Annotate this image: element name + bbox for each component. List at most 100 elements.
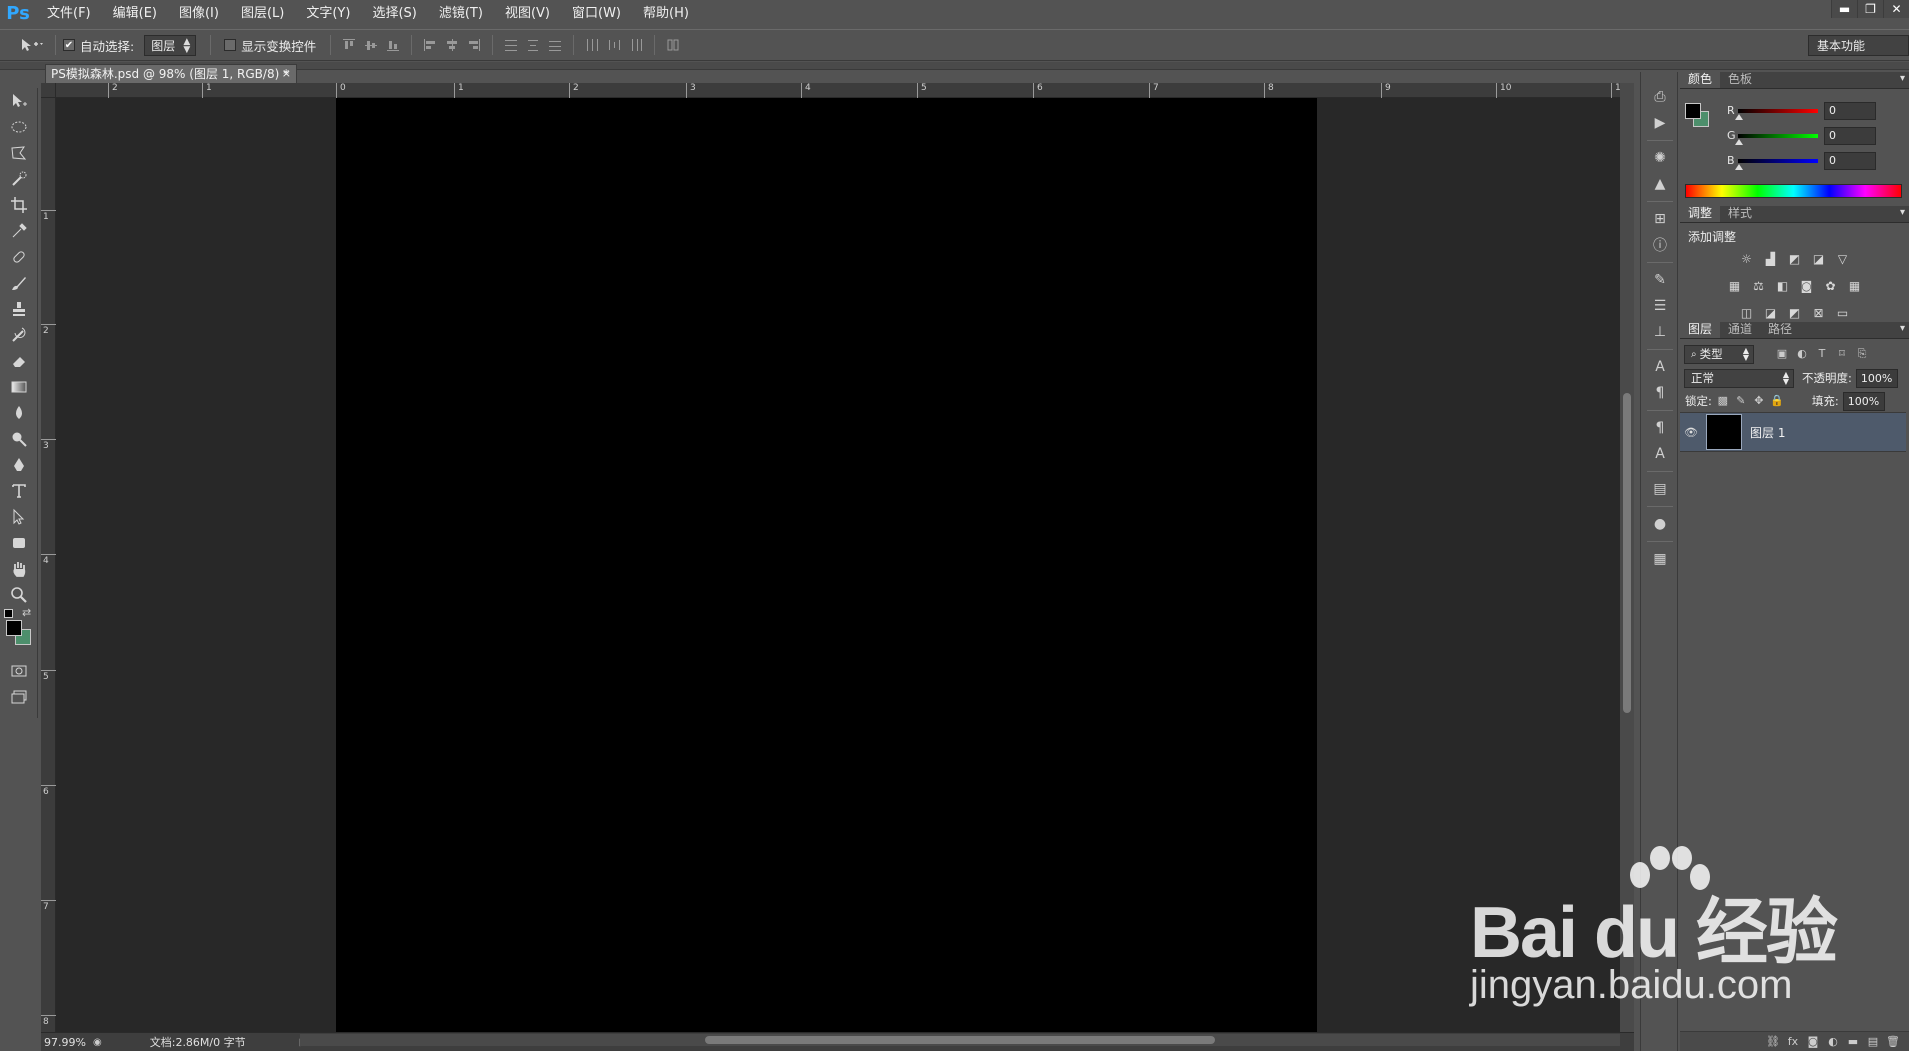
layer-thumbnail[interactable] [1706,414,1742,450]
color-balance-icon[interactable]: ⚖ [1751,279,1767,293]
share-icon[interactable]: ◉ [93,1037,102,1048]
history-panel-icon[interactable]: ⎙ [1641,84,1679,110]
healing-brush-tool-icon[interactable] [0,244,38,270]
lock-position-icon[interactable]: ✥ [1752,394,1766,408]
rectangle-tool-icon[interactable] [0,530,38,556]
type-tool-icon[interactable] [0,478,38,504]
layer-row[interactable]: 👁 图层 1 [1680,412,1906,452]
tab-layers[interactable]: 图层 [1680,321,1721,338]
layer-filter-kind-dropdown[interactable]: ⌕ 类型 ▲ ▼ [1684,344,1754,364]
menu-edit[interactable]: 编辑(E) [102,0,168,27]
tab-channels[interactable]: 通道 [1720,321,1760,338]
distribute-vcenter-icon[interactable] [524,36,542,54]
tab-styles[interactable]: 样式 [1720,205,1760,222]
menu-filter[interactable]: 滤镜(T) [428,0,494,27]
foreground-color-swatch[interactable] [1685,103,1701,119]
brightness-contrast-icon[interactable]: ☼ [1739,252,1755,266]
blur-tool-icon[interactable] [0,400,38,426]
filter-adjustment-icon[interactable]: ◐ [1794,346,1810,362]
color-lookup-icon[interactable]: ▦ [1847,279,1863,293]
new-group-icon[interactable]: ▬ [1843,1035,1863,1048]
menu-image[interactable]: 图像(I) [168,0,230,27]
zoom-tool-icon[interactable] [0,582,38,608]
marquee-tool-icon[interactable] [0,114,38,140]
menu-window[interactable]: 窗口(W) [561,0,632,27]
posterize-icon[interactable]: ◪ [1763,306,1779,320]
align-bottom-icon[interactable] [384,36,402,54]
menu-type[interactable]: 文字(Y) [295,0,361,27]
clone-stamp-tool-icon[interactable] [0,296,38,322]
close-window-button[interactable]: ✕ [1883,0,1909,18]
crop-tool-icon[interactable] [0,192,38,218]
filter-pixel-icon[interactable]: ▣ [1774,346,1790,362]
align-vcenter-icon[interactable] [362,36,380,54]
align-right-icon[interactable] [465,36,483,54]
fill-field[interactable]: 100% [1842,391,1885,411]
tab-paths[interactable]: 路径 [1760,321,1800,338]
link-layers-icon[interactable]: ⛓ [1763,1035,1783,1048]
add-mask-icon[interactable]: ◙ [1803,1035,1823,1048]
canvas-pasteboard[interactable] [56,98,1629,1032]
menu-select[interactable]: 选择(S) [361,0,427,27]
color-spectrum-ramp[interactable] [1685,184,1902,198]
brush-panel-icon[interactable]: ✎ [1641,267,1679,293]
green-slider-thumb[interactable] [1735,139,1743,145]
panel-menu-icon[interactable]: ▾ [1900,207,1905,218]
horizontal-scrollbar[interactable] [300,1034,1620,1046]
dodge-tool-icon[interactable] [0,426,38,452]
filter-shape-icon[interactable]: ⌑ [1834,346,1850,362]
close-document-icon[interactable]: × [282,65,291,83]
document-tab[interactable]: PS模拟森林.psd @ 98% (图层 1, RGB/8) * × [45,64,297,83]
auto-align-layers-icon[interactable] [664,36,682,54]
new-adjustment-layer-icon[interactable]: ◐ [1823,1035,1843,1048]
screen-mode-icon[interactable] [0,684,38,710]
threshold-icon[interactable]: ◩ [1787,306,1803,320]
blue-value-field[interactable]: 0 [1824,152,1876,170]
gradient-map-icon[interactable]: ▭ [1835,306,1851,320]
photo-filter-icon[interactable]: ◙ [1799,279,1815,293]
new-layer-icon[interactable]: ▤ [1863,1035,1883,1048]
distribute-bottom-icon[interactable] [546,36,564,54]
move-tool-preset-icon[interactable] [14,35,48,55]
menu-file[interactable]: 文件(F) [36,0,102,27]
exposure-icon[interactable]: ◪ [1811,252,1827,266]
layer-name[interactable]: 图层 1 [1750,424,1785,441]
vertical-scroll-thumb[interactable] [1623,393,1631,713]
hue-saturation-icon[interactable]: ▦ [1727,279,1743,293]
workspace-dropdown[interactable]: 基本功能 [1808,35,1909,56]
tab-color[interactable]: 颜色 [1680,71,1721,88]
ruler-origin[interactable] [41,83,56,98]
levels-icon[interactable]: ▟ [1763,252,1779,266]
tool-presets-panel-icon[interactable]: ⊞ [1641,206,1679,232]
delete-layer-icon[interactable]: 🗑 [1883,1035,1903,1048]
clone-source-panel-icon[interactable]: ⊥ [1641,319,1679,345]
vertical-scrollbar[interactable] [1620,83,1634,1032]
hand-tool-icon[interactable] [0,556,38,582]
align-hcenter-icon[interactable] [443,36,461,54]
red-value-field[interactable]: 0 [1824,102,1876,120]
vertical-ruler[interactable]: 1 2 3 4 5 6 7 8 [41,98,56,1032]
green-slider-track[interactable] [1738,134,1818,138]
eraser-tool-icon[interactable] [0,348,38,374]
distribute-left-icon[interactable] [583,36,601,54]
minimize-button[interactable]: ▬ [1831,0,1857,18]
eyedropper-tool-icon[interactable] [0,218,38,244]
menu-help[interactable]: 帮助(H) [632,0,700,27]
show-transform-checkbox[interactable] [224,39,237,51]
tab-swatches[interactable]: 色板 [1720,71,1760,88]
black-white-icon[interactable]: ◧ [1775,279,1791,293]
invert-icon[interactable]: ◫ [1739,306,1755,320]
auto-select-dropdown[interactable]: 图层 ▲ ▼ [144,34,197,56]
lock-transparent-pixels-icon[interactable]: ▩ [1716,394,1730,408]
zoom-level[interactable]: 97.99% [41,1036,93,1049]
distribute-hcenter-icon[interactable] [605,36,623,54]
character-panel-icon[interactable]: A [1641,354,1679,380]
character-styles-panel-icon[interactable]: A [1641,441,1679,467]
move-tool-icon[interactable] [0,88,38,114]
layer-style-fx-icon[interactable]: fx [1783,1035,1803,1048]
red-slider-track[interactable] [1738,109,1818,113]
align-top-icon[interactable] [340,36,358,54]
menu-layer[interactable]: 图层(L) [230,0,295,27]
blue-slider-track[interactable] [1738,159,1818,163]
layer-comps-panel-icon[interactable]: ▤ [1641,476,1679,502]
